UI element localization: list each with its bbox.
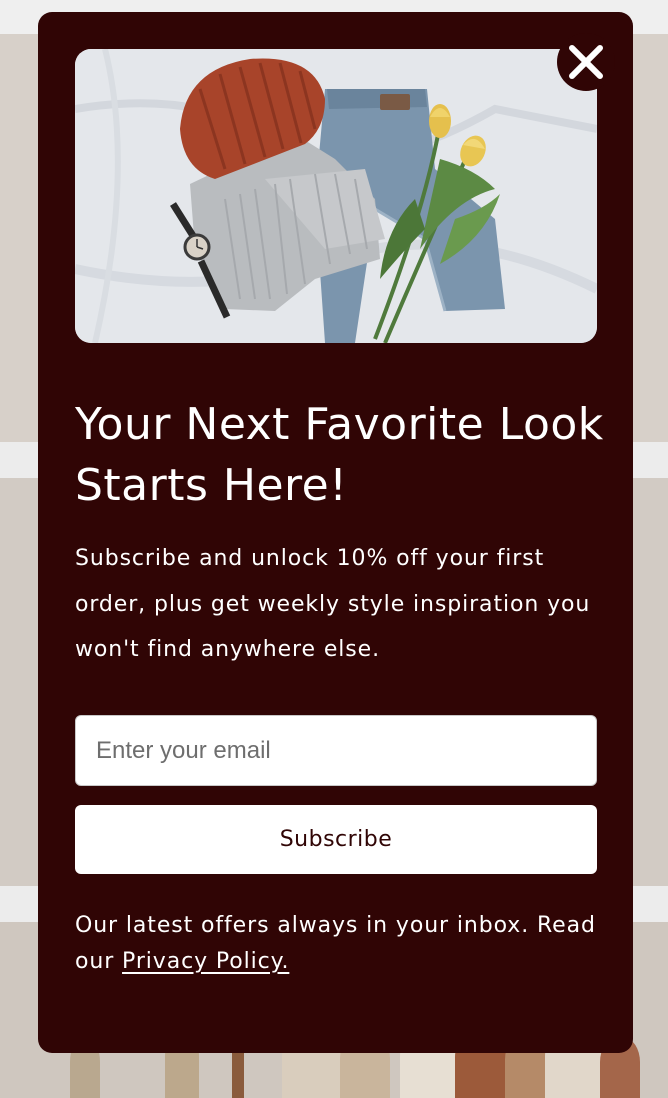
privacy-note: Our latest offers always in your inbox. …: [75, 908, 605, 980]
close-button[interactable]: [557, 33, 615, 91]
popup-description: Subscribe and unlock 10% off your first …: [75, 546, 591, 662]
flat-lay-outfit-photo: [75, 49, 597, 343]
close-icon[interactable]: [568, 44, 604, 80]
privacy-policy-link[interactable]: Privacy Policy.: [122, 949, 289, 974]
subscribe-button[interactable]: Subscribe: [75, 805, 597, 874]
email-input[interactable]: [75, 715, 597, 786]
hero-image: [75, 49, 597, 343]
popup-headline: Your Next Favorite Look Starts Here!: [75, 399, 604, 511]
